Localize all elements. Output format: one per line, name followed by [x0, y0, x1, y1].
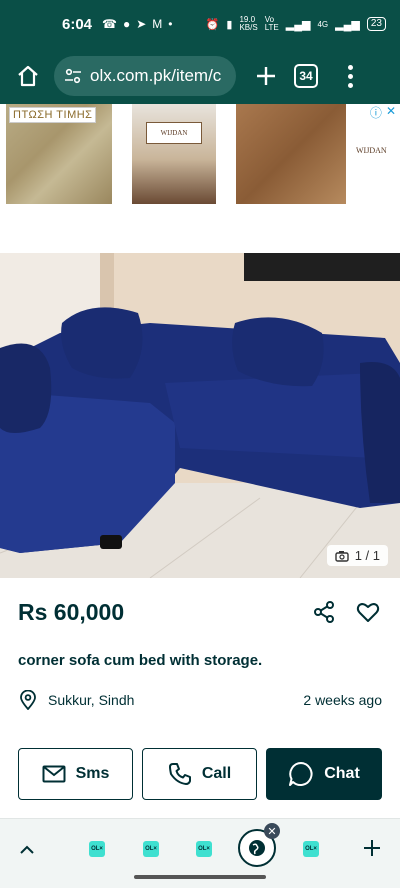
- home-button[interactable]: [10, 58, 46, 94]
- url-text: olx.com.pk/item/c: [90, 66, 222, 85]
- chat-button[interactable]: Chat: [266, 748, 382, 800]
- system-icons: ⏰ ▮ 19.0 KB/S Vo LTE ▂▄▆ 4G ▂▄▆ 23: [206, 16, 386, 32]
- battery-indicator: 23: [366, 17, 386, 31]
- tab-olx-1[interactable]: OL×: [89, 841, 105, 857]
- photo-counter: 1 / 1: [326, 545, 388, 566]
- contact-actions: Sms Call Chat: [18, 748, 382, 800]
- signal-icon-2: ▂▄▆: [335, 18, 360, 31]
- menu-dot-icon: [347, 73, 353, 79]
- more-dot-icon: •: [168, 17, 173, 31]
- location-row: Sukkur, Sindh 2 weeks ago: [18, 690, 382, 710]
- add-tab-button[interactable]: [362, 837, 382, 865]
- call-button[interactable]: Call: [142, 748, 257, 800]
- listing-price: Rs 60,000: [18, 598, 125, 625]
- mail-icon: [42, 765, 66, 783]
- ad-choices[interactable]: ⓘ ✕: [370, 104, 396, 121]
- location-pin-icon: [18, 690, 38, 710]
- ad-image-bed[interactable]: WIJDAN: [132, 104, 216, 204]
- chat-bubble-icon: [289, 762, 313, 786]
- tab-olx-2[interactable]: OL×: [143, 841, 159, 857]
- site-settings-icon[interactable]: [64, 67, 82, 85]
- ad-image-fabric-brown[interactable]: [236, 104, 346, 204]
- chat-label: Chat: [324, 765, 360, 782]
- tab-switcher-button[interactable]: 34: [294, 64, 318, 88]
- listing-posted-time: 2 weeks ago: [303, 692, 382, 708]
- gmail-icon: M: [152, 17, 163, 31]
- ad-image-fabric[interactable]: ΠΤΩΣΗ ΤΙΜΗΣ: [6, 104, 112, 204]
- plus-icon: [364, 840, 380, 856]
- price-row: Rs 60,000: [18, 598, 382, 626]
- favorite-button[interactable]: [354, 598, 382, 626]
- menu-dot-icon: [347, 64, 353, 70]
- telegram-icon: ➤: [136, 17, 147, 31]
- expand-tabs-button[interactable]: [16, 839, 38, 861]
- browser-toolbar: olx.com.pk/item/c 34: [0, 48, 400, 104]
- tab-olx-3[interactable]: OL×: [196, 841, 212, 857]
- vibrate-icon: ▮: [226, 18, 233, 31]
- plus-icon: [257, 67, 275, 85]
- volte-label: Vo LTE: [264, 15, 279, 32]
- share-button[interactable]: [310, 598, 338, 626]
- ad-price-label: ΠΤΩΣΗ ΤΙΜΗΣ: [9, 107, 97, 123]
- home-icon: [18, 65, 38, 87]
- mobile-data-label: 4G: [317, 19, 329, 29]
- status-time: 6:04: [62, 15, 93, 33]
- advertisement-banner[interactable]: ΠΤΩΣΗ ΤΙΜΗΣ WIJDAN WIJDAN ⓘ ✕: [0, 104, 400, 208]
- ad-info-icon[interactable]: ⓘ: [370, 104, 382, 121]
- call-label: Call: [201, 765, 232, 782]
- phone-icon: [168, 763, 191, 785]
- new-tab-button[interactable]: [248, 58, 284, 94]
- overflow-menu-button[interactable]: [340, 58, 360, 94]
- browser-tab-bar: OL× OL× OL× ✕ OL×: [0, 818, 400, 888]
- network-speed: 19.0 KB/S: [239, 15, 258, 32]
- discord-icon: ●: [122, 17, 131, 31]
- close-tab-icon[interactable]: ✕: [264, 823, 280, 839]
- gesture-bar: [134, 875, 266, 879]
- chevron-up-icon: [20, 845, 34, 854]
- signal-icon: ▂▄▆: [285, 18, 311, 31]
- ad-brand-logo: WIJDAN: [146, 122, 202, 144]
- photo-counter-text: 1 / 1: [354, 548, 380, 563]
- sofa-illustration: [0, 253, 400, 578]
- notification-icons: ☎ ● ➤ M •: [102, 17, 172, 31]
- globe-icon: [249, 840, 265, 856]
- tab-strip: OL× OL× OL× ✕ OL×: [0, 823, 400, 867]
- share-icon: [314, 601, 334, 623]
- tab-olx-4[interactable]: OL×: [303, 841, 319, 857]
- ad-brand-logo-right: WIJDAN: [356, 146, 387, 155]
- whatsapp-icon: ☎: [102, 17, 117, 31]
- listing-location: Sukkur, Sindh: [48, 692, 135, 708]
- sms-label: Sms: [75, 765, 110, 782]
- address-bar[interactable]: olx.com.pk/item/c: [54, 56, 236, 96]
- alarm-icon: ⏰: [205, 18, 220, 31]
- camera-icon: [335, 550, 349, 562]
- listing-title: corner sofa cum bed with storage.: [18, 652, 263, 669]
- menu-dot-icon: [347, 82, 353, 88]
- ad-close-icon[interactable]: ✕: [386, 104, 396, 121]
- product-image[interactable]: 1 / 1: [0, 253, 400, 578]
- heart-icon: [356, 603, 380, 622]
- sms-button[interactable]: Sms: [18, 748, 133, 800]
- status-bar: 6:04 ☎ ● ➤ M • ⏰ ▮ 19.0 KB/S Vo LTE ▂▄▆ …: [0, 0, 400, 48]
